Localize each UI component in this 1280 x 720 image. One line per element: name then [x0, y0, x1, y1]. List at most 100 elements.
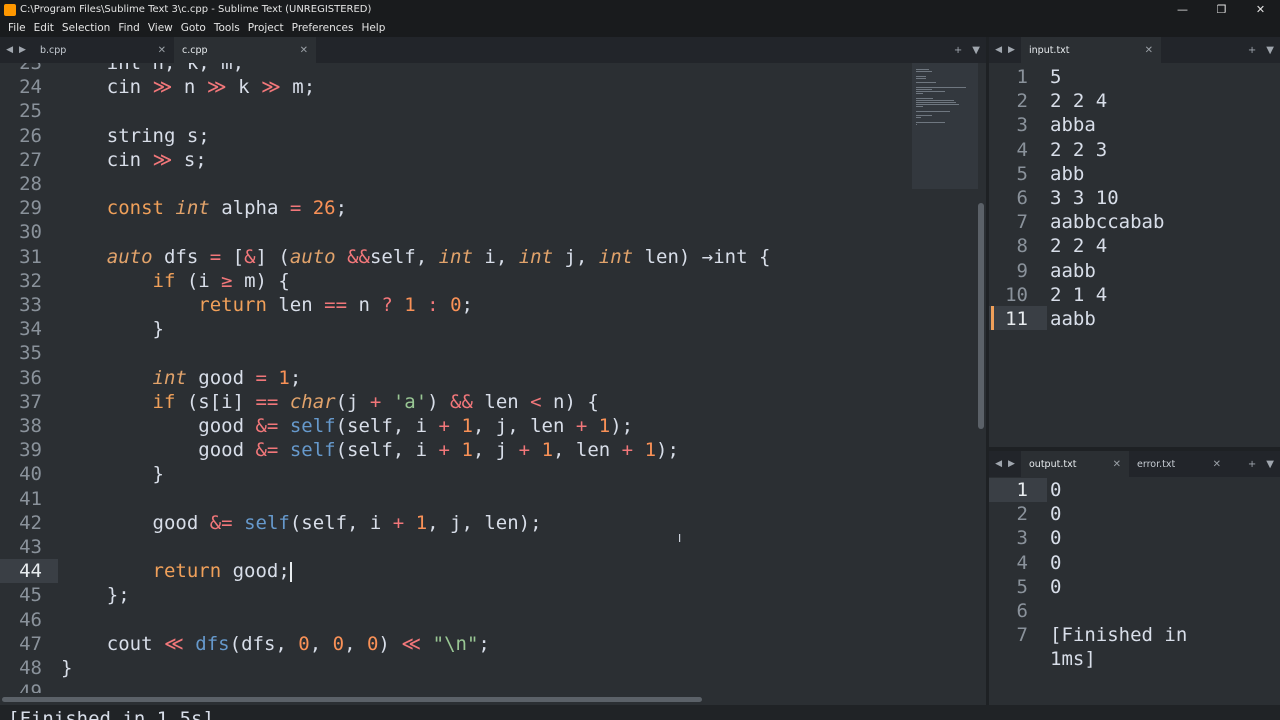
code-line[interactable]: 35 — [0, 341, 912, 365]
close-icon[interactable]: ✕ — [300, 45, 308, 56]
text-line[interactable]: 15 — [989, 65, 1280, 89]
line-number: 2 — [1016, 503, 1028, 526]
text-line[interactable]: 9 aabb — [989, 259, 1280, 283]
text-line[interactable]: 6 3 3 10 — [989, 186, 1280, 210]
code-editor[interactable]: 23 int n, k, m; 24 cin ≫ n ≫ k ≫ m; 25 26 s… — [0, 63, 912, 693]
code-line[interactable]: 23 int n, k, m; — [0, 63, 912, 75]
tab-dropdown-icon[interactable]: ▼ — [972, 45, 980, 56]
code-line[interactable]: 40 } — [0, 462, 912, 486]
text-line[interactable]: 40 — [989, 551, 1280, 575]
text-line[interactable]: 4 2 2 3 — [989, 138, 1280, 162]
menu-selection[interactable]: Selection — [58, 22, 114, 34]
close-icon[interactable]: ✕ — [1113, 459, 1121, 470]
arrow-left-icon[interactable]: ◀ — [995, 45, 1002, 55]
tab-dropdown-icon[interactable]: ▼ — [1266, 45, 1274, 56]
code-line[interactable]: 26 string s; — [0, 124, 912, 148]
code-line[interactable]: 38 good &= self(self, i + 1, j, len + 1)… — [0, 414, 912, 438]
menu-preferences[interactable]: Preferences — [288, 22, 358, 34]
code-line[interactable]: 28 — [0, 172, 912, 196]
code-token: (j — [335, 390, 370, 413]
menu-help[interactable]: Help — [357, 22, 389, 34]
text-line[interactable]: 7 aabbccabab — [989, 210, 1280, 234]
tab-dropdown-icon[interactable]: ▼ — [1266, 459, 1274, 470]
minimize-button[interactable]: — — [1163, 0, 1202, 19]
code-token: 0 — [298, 632, 310, 655]
minimap[interactable] — [912, 63, 978, 693]
text-line[interactable]: 11 aabb — [989, 307, 1280, 331]
text-line[interactable]: 5 abb — [989, 162, 1280, 186]
code-token: + — [575, 415, 588, 437]
tab-input-txt[interactable]: input.txt ✕ — [1021, 37, 1161, 63]
menu-file[interactable]: File — [4, 22, 30, 34]
text-line[interactable]: 30 — [989, 526, 1280, 550]
arrow-right-icon[interactable]: ▶ — [1008, 45, 1015, 55]
code-line[interactable]: 27 cin ≫ s; — [0, 148, 912, 172]
code-line[interactable]: 36 int good = 1; — [0, 366, 912, 390]
output-file-view[interactable]: 1 0 2 0 3 0 4 0 5 0 6 7 [Finished in 1ms] — [989, 478, 1280, 703]
scrollbar-thumb[interactable] — [2, 697, 702, 702]
input-file-view[interactable]: 1522 2 4 3 abba 4 2 2 3 5 abb 6 3 3 10 7 aabbccaba… — [989, 65, 1280, 445]
text-line[interactable]: 8 2 2 4 — [989, 234, 1280, 258]
editor-horizontal-scrollbar[interactable] — [0, 693, 988, 705]
close-window-button[interactable]: ✕ — [1241, 0, 1280, 19]
text-line[interactable]: 7 [Finished in — [989, 623, 1280, 647]
close-icon[interactable]: ✕ — [158, 45, 166, 56]
scrollbar-thumb[interactable] — [978, 203, 984, 429]
menu-goto[interactable]: Goto — [177, 22, 210, 34]
text-line[interactable]: 10 2 1 4 — [989, 283, 1280, 307]
text-line[interactable]: 3 abba — [989, 113, 1280, 137]
code-line[interactable]: 42 good &= self(self, i + 1, j, len); — [0, 511, 912, 535]
code-line[interactable]: 30 — [0, 220, 912, 244]
code-line[interactable]: 45 }; — [0, 583, 912, 607]
text-line[interactable]: 1ms] — [989, 647, 1280, 671]
text-line[interactable]: 10 — [989, 478, 1280, 502]
code-line[interactable]: 24 cin ≫ n ≫ k ≫ m; — [0, 75, 912, 99]
tab-c-cpp[interactable]: c.cpp ✕ — [174, 37, 316, 63]
code-line[interactable]: 43 — [0, 535, 912, 559]
code-line[interactable]: 39 good &= self(self, i + 1, j + 1, len … — [0, 438, 912, 462]
menu-edit[interactable]: Edit — [30, 22, 58, 34]
text-line[interactable]: 2 2 2 4 — [989, 89, 1280, 113]
code-line[interactable]: 29 const int alpha = 26; — [0, 196, 912, 220]
code-line[interactable]: 41 — [0, 487, 912, 511]
line-number: 2 — [1016, 90, 1028, 113]
code-token: 26 — [312, 197, 336, 220]
text-line[interactable]: 20 — [989, 502, 1280, 526]
menu-project[interactable]: Project — [244, 22, 288, 34]
code-line[interactable]: 49 — [0, 680, 912, 693]
tab-label: output.txt — [1029, 458, 1077, 470]
code-line[interactable]: 33 return len == n ? 1 : 0; — [0, 293, 912, 317]
code-token: k — [226, 76, 261, 99]
tab-b-cpp[interactable]: b.cpp ✕ — [32, 37, 174, 63]
new-tab-icon[interactable]: + — [1248, 459, 1256, 470]
code-line[interactable]: 34 } — [0, 317, 912, 341]
arrow-right-icon[interactable]: ▶ — [1008, 459, 1015, 469]
code-line[interactable]: 32 if (i ≥ m) { — [0, 269, 912, 293]
menu-find[interactable]: Find — [114, 22, 144, 34]
arrow-left-icon[interactable]: ◀ — [6, 45, 13, 55]
code-line[interactable]: 47 cout ≪ dfs(dfs, 0, 0, 0) ≪ "\n"; — [0, 632, 912, 656]
line-number: 28 — [19, 173, 42, 195]
close-icon[interactable]: ✕ — [1145, 45, 1153, 56]
close-icon[interactable]: ✕ — [1213, 459, 1221, 470]
code-token: + — [369, 390, 382, 413]
tab-output-txt[interactable]: output.txt ✕ — [1021, 451, 1129, 477]
code-line[interactable]: 48} — [0, 656, 912, 680]
code-line[interactable]: 37 if (s[i] == char(j + 'a') && len < n)… — [0, 390, 912, 414]
arrow-right-icon[interactable]: ▶ — [19, 45, 26, 55]
editor-vertical-scrollbar[interactable] — [976, 63, 986, 693]
code-line[interactable]: 44 return good; — [0, 559, 912, 583]
code-line[interactable]: 25 — [0, 99, 912, 123]
menu-tools[interactable]: Tools — [210, 22, 244, 34]
text-line[interactable]: 50 — [989, 575, 1280, 599]
text-caret — [289, 561, 292, 582]
arrow-left-icon[interactable]: ◀ — [995, 459, 1002, 469]
maximize-button[interactable]: ❐ — [1202, 0, 1241, 19]
new-tab-icon[interactable]: + — [954, 45, 962, 56]
code-line[interactable]: 46 — [0, 608, 912, 632]
tab-error-txt[interactable]: error.txt ✕ — [1129, 451, 1229, 477]
menu-view[interactable]: View — [144, 22, 177, 34]
new-tab-icon[interactable]: + — [1248, 45, 1256, 56]
code-line[interactable]: 31 auto dfs = [&] (auto &&self, int i, i… — [0, 245, 912, 269]
text-line[interactable]: 6 — [989, 599, 1280, 623]
